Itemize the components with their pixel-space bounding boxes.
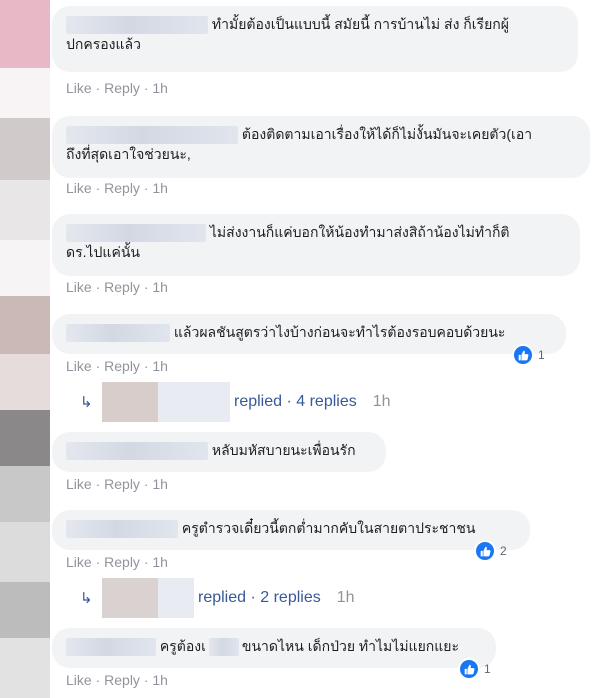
like-link[interactable]: Like [66, 80, 92, 96]
comment-text: ถึงที่สุดเอาใจช่วยนะ, [66, 146, 191, 163]
timestamp[interactable]: 1h [152, 358, 168, 374]
reply-link[interactable]: Reply [104, 180, 140, 196]
avatar[interactable] [0, 410, 50, 466]
like-link[interactable]: Like [66, 180, 92, 196]
comment-text: ทำมั้ยต้องเป็นแบบนี้ สมัยนี้ การบ้านไม่ … [211, 16, 509, 32]
comment-bubble: ไม่ส่งงานก็แค่บอกให้น้องทำมาส่งสิถ้าน้อง… [52, 214, 580, 276]
avatar[interactable] [0, 68, 50, 118]
reply-arrow-icon: ↳ [80, 590, 93, 607]
avatar[interactable] [0, 240, 50, 296]
redacted-author-name[interactable] [66, 16, 208, 35]
view-replies-link[interactable]: ↳ replied · 4 replies 1h [80, 382, 391, 422]
comment-actions: Like · Reply · 1h [66, 554, 168, 570]
comment-bubble: แล้วผลชันสูตรว่าไงบ้างก่อนจะทำไรต้องรอบค… [52, 314, 566, 354]
reaction-number: 1 [484, 662, 491, 676]
reaction-count[interactable]: 2 [476, 542, 507, 560]
redacted-replier-name [158, 382, 230, 422]
timestamp[interactable]: 1h [152, 279, 168, 295]
timestamp[interactable]: 1h [152, 80, 168, 96]
comment-text: ดร.ไปแค่นั้น [66, 244, 140, 261]
comment-text: ครูต้องเ [159, 638, 206, 654]
redacted-author-name[interactable] [66, 324, 170, 343]
avatar[interactable] [0, 0, 50, 68]
like-link[interactable]: Like [66, 358, 92, 374]
reaction-count[interactable]: 1 [514, 346, 545, 364]
comment-text: ไม่ส่งงานก็แค่บอกให้น้องทำมาส่งสิถ้าน้อง… [209, 224, 510, 240]
replier-avatar [102, 578, 158, 618]
comment-actions: Like · Reply · 1h [66, 80, 168, 96]
reply-link[interactable]: Reply [104, 476, 140, 492]
comment-actions: Like · Reply · 1h [66, 180, 168, 196]
like-link[interactable]: Like [66, 554, 92, 570]
timestamp[interactable]: 1h [152, 554, 168, 570]
redacted-author-name[interactable] [66, 638, 156, 657]
timestamp[interactable]: 1h [152, 180, 168, 196]
avatar[interactable] [0, 296, 50, 354]
comment-text: หลับมหัสบายนะเพื่อนรัก [211, 442, 356, 458]
comment-actions: Like · Reply · 1h [66, 672, 168, 688]
reply-link[interactable]: Reply [104, 358, 140, 374]
reply-link[interactable]: Reply [104, 279, 140, 295]
comment-text: แล้วผลชันสูตรว่าไงบ้างก่อนจะทำไรต้องรอบค… [173, 324, 506, 340]
redacted-author-name[interactable] [66, 224, 206, 243]
comment-text: ครูตำรวจเดี๋ยวนี้ตกต่ำมากคับในสายตาประชา… [181, 520, 476, 536]
reaction-count[interactable]: 1 [460, 660, 491, 678]
redacted-author-name[interactable] [66, 126, 238, 145]
comment-actions: Like · Reply · 1h [66, 358, 168, 374]
comment-bubble: ทำมั้ยต้องเป็นแบบนี้ สมัยนี้ การบ้านไม่ … [52, 6, 578, 72]
replier-avatar [102, 382, 158, 422]
reaction-number: 2 [500, 544, 507, 558]
comment-text: ต้องติดตามเอาเรื่องให้ได้ก็ไม่งั้นมันจะเ… [241, 126, 533, 142]
like-link[interactable]: Like [66, 279, 92, 295]
reply-timestamp: 1h [372, 393, 391, 410]
like-reaction-icon [514, 346, 532, 364]
avatar[interactable] [0, 466, 50, 522]
comment-actions: Like · Reply · 1h [66, 476, 168, 492]
redacted-author-name[interactable] [66, 520, 178, 539]
timestamp[interactable]: 1h [152, 476, 168, 492]
avatar[interactable] [0, 354, 50, 410]
like-link[interactable]: Like [66, 672, 92, 688]
redacted-author-name[interactable] [66, 442, 208, 461]
comment-text: ปกครองแล้ว [66, 36, 141, 53]
replies-count[interactable]: replied · 4 replies [234, 393, 357, 411]
comment-bubble: ครูต้องเ ขนาดไหน เด็กป่วย ทำไมไม่แยกแยะ [52, 628, 496, 668]
like-link[interactable]: Like [66, 476, 92, 492]
reply-link[interactable]: Reply [104, 672, 140, 688]
timestamp[interactable]: 1h [152, 672, 168, 688]
reply-link[interactable]: Reply [104, 554, 140, 570]
comment-text: ขนาดไหน เด็กป่วย ทำไมไม่แยกแยะ [241, 638, 460, 654]
replies-count[interactable]: replied · 2 replies [198, 589, 321, 607]
avatar[interactable] [0, 118, 50, 180]
redacted-text [208, 638, 239, 657]
view-replies-link[interactable]: ↳ replied · 2 replies 1h [80, 578, 355, 618]
avatar[interactable] [0, 522, 50, 582]
comment-bubble: ครูตำรวจเดี๋ยวนี้ตกต่ำมากคับในสายตาประชา… [52, 510, 530, 550]
like-reaction-icon [460, 660, 478, 678]
avatar[interactable] [0, 582, 50, 638]
comment-actions: Like · Reply · 1h [66, 279, 168, 295]
avatar[interactable] [0, 180, 50, 240]
comment-bubble: ต้องติดตามเอาเรื่องให้ได้ก็ไม่งั้นมันจะเ… [52, 116, 590, 178]
like-reaction-icon [476, 542, 494, 560]
reply-arrow-icon: ↳ [80, 394, 93, 411]
reply-link[interactable]: Reply [104, 80, 140, 96]
avatar[interactable] [0, 638, 50, 698]
reaction-number: 1 [538, 348, 545, 362]
redacted-replier-name [158, 578, 194, 618]
reply-timestamp: 1h [336, 589, 355, 606]
comment-bubble: หลับมหัสบายนะเพื่อนรัก [52, 432, 386, 472]
